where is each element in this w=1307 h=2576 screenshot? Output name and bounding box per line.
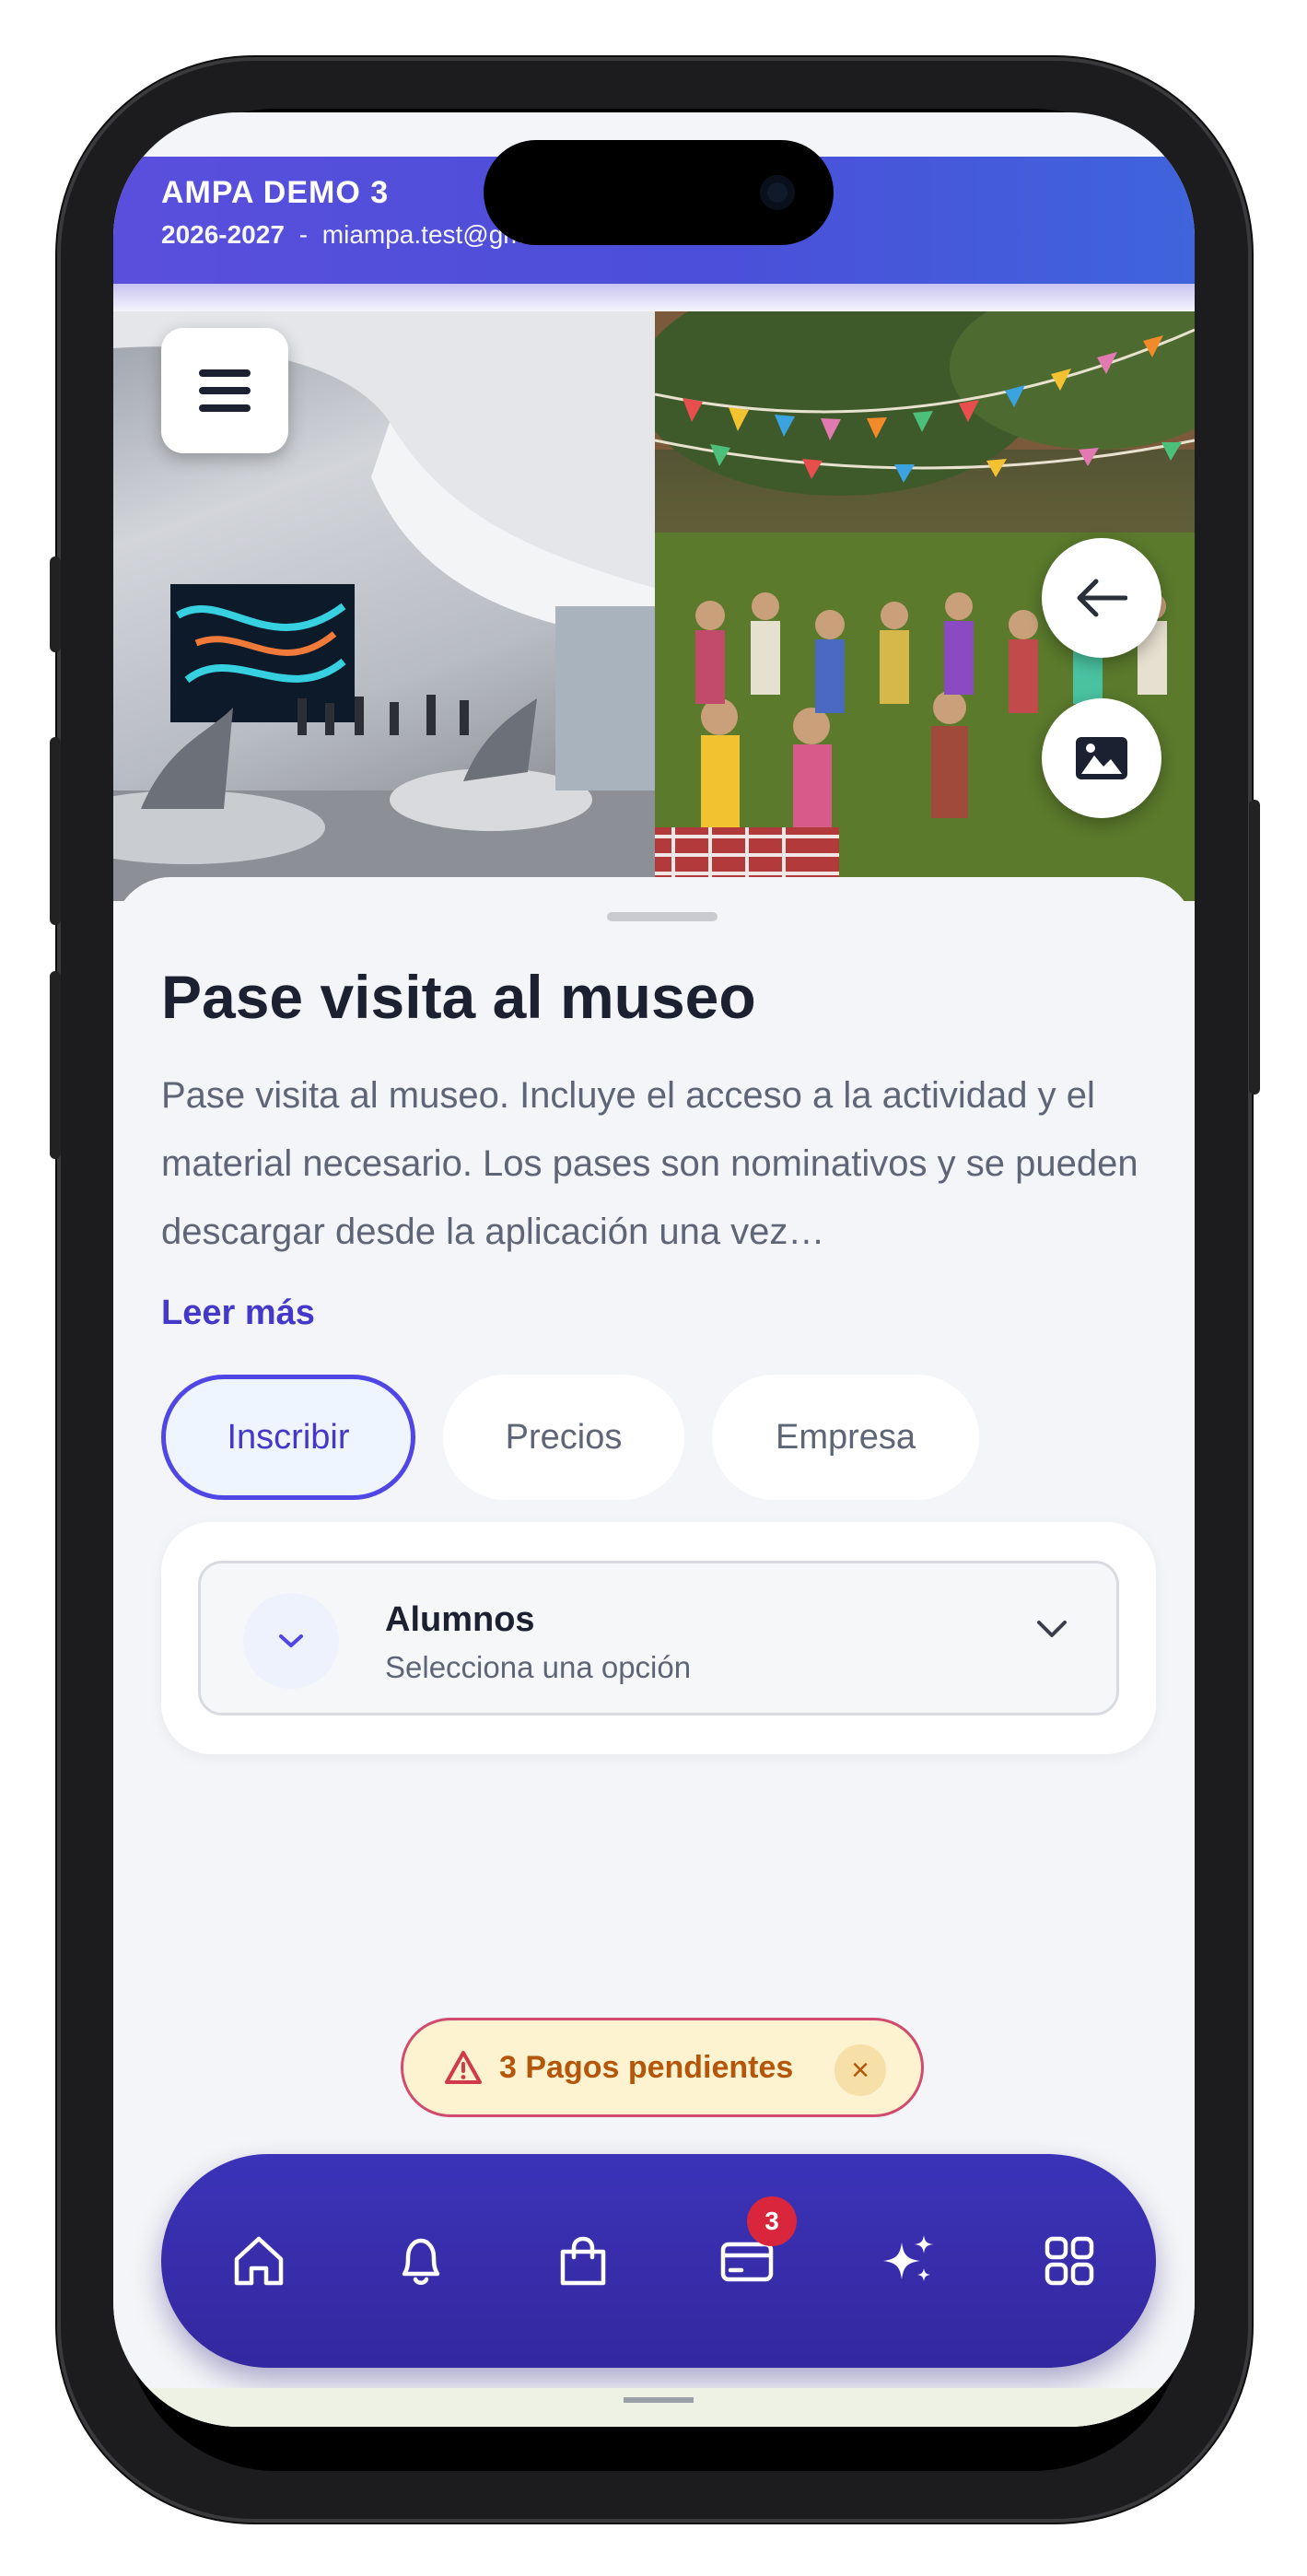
hamburger-icon	[199, 369, 251, 412]
tab-inscribir[interactable]: Inscribir	[161, 1375, 415, 1500]
menu-button[interactable]	[161, 328, 288, 453]
pending-payments-text: 3 Pagos pendientes	[499, 2049, 794, 2085]
shopping-bag-icon	[560, 2236, 606, 2286]
camera-icon	[760, 175, 795, 210]
nav-shop[interactable]	[537, 2215, 629, 2307]
dismiss-button[interactable]: ×	[834, 2044, 886, 2096]
volume-down-button	[50, 971, 61, 1159]
home-icon	[234, 2236, 284, 2286]
back-button[interactable]	[1042, 538, 1161, 658]
dynamic-island	[484, 140, 834, 245]
bottom-navigation: 3	[161, 2154, 1156, 2368]
header-separator: -	[298, 220, 309, 249]
volume-up-button	[50, 737, 61, 925]
students-select[interactable]: Alumnos Selecciona una opción	[198, 1561, 1119, 1715]
bottom-safe-area	[113, 2388, 1195, 2427]
activity-description: Pase visita al museo. Incluye el acceso …	[161, 1075, 1138, 1252]
activity-tabs: Inscribir Precios Empresa	[161, 1375, 979, 1500]
image-icon	[1076, 737, 1127, 779]
arrow-left-icon	[1077, 579, 1127, 617]
enrollment-card: Alumnos Selecciona una opción	[161, 1522, 1156, 1754]
select-placeholder: Selecciona una opción	[385, 1650, 692, 1684]
payments-badge: 3	[747, 2196, 797, 2246]
warning-icon	[445, 2051, 482, 2084]
school-year: 2026-2027	[161, 220, 285, 249]
read-more-link[interactable]: Leer más	[161, 1294, 315, 1333]
nav-more[interactable]	[1023, 2215, 1115, 2307]
nav-payments[interactable]: 3	[701, 2196, 797, 2307]
action-button	[50, 556, 61, 652]
tab-empresa[interactable]: Empresa	[712, 1375, 979, 1500]
select-label: Alumnos	[385, 1600, 535, 1639]
pending-payments-banner[interactable]: 3 Pagos pendientes ×	[401, 2018, 924, 2117]
nav-home[interactable]	[213, 2215, 305, 2307]
bell-icon	[402, 2238, 440, 2285]
nav-ai[interactable]	[863, 2215, 955, 2307]
app-screen: AMPA DEMO 3 2026-2027 - miampa.test@gmai…	[113, 112, 1195, 2427]
header-fade	[113, 284, 1195, 311]
chevron-down-icon	[1037, 1621, 1067, 1637]
nav-notifications[interactable]	[375, 2215, 467, 2307]
activity-title: Pase visita al museo	[161, 963, 756, 1031]
sparkles-icon	[883, 2235, 933, 2281]
tab-precios[interactable]: Precios	[443, 1375, 684, 1500]
gallery-button[interactable]	[1042, 698, 1161, 818]
select-chevron-badge	[243, 1593, 339, 1689]
power-button	[1249, 800, 1260, 1095]
sheet-grabber[interactable]	[607, 912, 718, 921]
chevron-down-icon	[279, 1634, 303, 1647]
close-icon: ×	[851, 2053, 869, 2088]
grid-icon	[1044, 2236, 1094, 2286]
home-indicator[interactable]	[624, 2397, 694, 2403]
